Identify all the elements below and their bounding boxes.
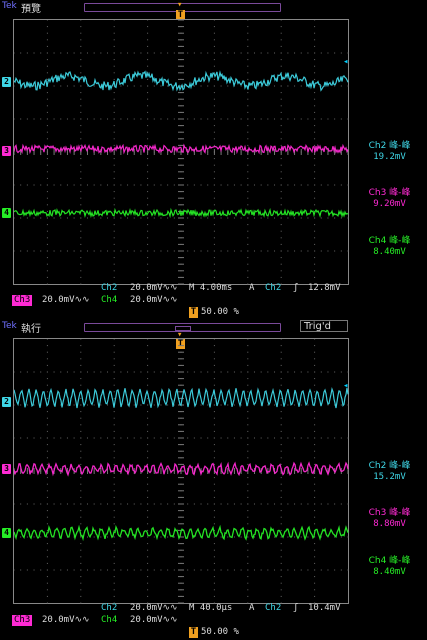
graticule-svg <box>14 339 349 604</box>
trigger-slope-icon: ʃ <box>293 603 299 613</box>
measurement-value: 15.2mV <box>373 472 406 482</box>
status-ch2-label: Ch2 <box>101 603 118 613</box>
trigger-slope-icon: ʃ <box>293 283 299 293</box>
trigger-status: Trig'd <box>300 320 348 332</box>
trigger-source: Ch2 <box>265 283 282 293</box>
status-ch2-scale: 20.0mV∿∿ <box>130 283 178 293</box>
trigger-mode: A <box>249 283 255 293</box>
ch4-ground-marker[interactable]: 4 <box>2 528 11 538</box>
measurement-ch2: Ch2 峰-峰 15.2mV <box>352 461 427 483</box>
status-bar: Ch2 20.0mV∿∿ M 40.0µs A Ch2 ʃ 10.4mV Ch3… <box>0 603 427 638</box>
ch2-trace <box>14 70 349 92</box>
timebase[interactable]: M 4.00ms <box>189 283 232 294</box>
acquisition-state: 執行 <box>21 324 41 335</box>
measurement-value: 8.40mV <box>373 247 406 257</box>
ch2-ground-marker[interactable]: 2 <box>2 77 11 87</box>
trigger-position-marker: ▾ <box>177 0 183 10</box>
status-ch3-label: Ch3 <box>12 295 33 306</box>
graticule-svg <box>14 20 349 285</box>
status-ch4-scale: 20.0mV∿∿ <box>130 295 178 305</box>
measurement-label: Ch3 峰-峰 <box>368 508 411 518</box>
scope-panel-bottom: Tek 執行 Trig'd ▾ T 2 3 4 ◂ Ch2 峰-峰 15.2mV… <box>0 320 427 640</box>
measurement-ch3: Ch3 峰-峰 9.20mV <box>352 188 427 210</box>
waveform-graticule[interactable] <box>13 338 349 604</box>
measurement-ch4: Ch4 峰-峰 8.40mV <box>352 556 427 578</box>
trigger-level-icon: ◂ <box>343 57 349 67</box>
measurement-value: 8.40mV <box>373 567 406 577</box>
measurement-value: 8.80mV <box>373 519 406 529</box>
measurement-ch2: Ch2 峰-峰 19.2mV <box>352 141 427 163</box>
top-bar: Tek 預覽 <box>0 0 427 15</box>
waveform-graticule[interactable] <box>13 19 349 285</box>
status-ch2-label: Ch2 <box>101 283 118 293</box>
brand-logo: Tek <box>2 321 17 331</box>
trigger-level-icon: ◂ <box>343 381 349 391</box>
status-ch4-scale: 20.0mV∿∿ <box>130 615 178 625</box>
trigger-level: 12.8mV <box>308 283 341 293</box>
trigger-position-badge: T <box>189 307 198 318</box>
status-ch2-scale: 20.0mV∿∿ <box>130 603 178 613</box>
scope-panel-top: Tek 預覽 ▾ T 2 3 4 ◂ Ch2 峰-峰 19.2mV Ch3 峰-… <box>0 0 427 320</box>
measurement-ch3: Ch3 峰-峰 8.80mV <box>352 508 427 530</box>
status-ch4-label: Ch4 <box>101 615 118 625</box>
ch3-ground-marker[interactable]: 3 <box>2 464 11 474</box>
measurement-label: Ch3 峰-峰 <box>368 188 411 198</box>
acquisition-state: 預覽 <box>21 4 41 15</box>
top-bar: Tek 執行 Trig'd <box>0 320 427 335</box>
measurement-label: Ch4 峰-峰 <box>368 236 411 246</box>
brand-logo: Tek <box>2 1 17 11</box>
record-length-bar <box>84 323 281 332</box>
status-ch3-scale: 20.0mV∿∿ <box>42 615 90 625</box>
trigger-position-badge: T <box>189 627 198 638</box>
ch3-ground-marker[interactable]: 3 <box>2 146 11 156</box>
status-ch3-label: Ch3 <box>12 615 33 626</box>
status-ch4-label: Ch4 <box>101 295 118 305</box>
measurement-label: Ch2 峰-峰 <box>368 141 411 151</box>
status-bar: Ch2 20.0mV∿∿ M 4.00ms A Ch2 ʃ 12.8mV Ch3… <box>0 283 427 318</box>
trigger-level: 10.4mV <box>308 603 341 613</box>
measurement-value: 9.20mV <box>373 199 406 209</box>
measurement-value: 19.2mV <box>373 152 406 162</box>
ch4-trace <box>14 207 349 219</box>
timebase[interactable]: M 40.0µs <box>189 603 232 614</box>
measurement-label: Ch2 峰-峰 <box>368 461 411 471</box>
trigger-mode: A <box>249 603 255 613</box>
status-ch3-scale: 20.0mV∿∿ <box>42 295 90 305</box>
measurement-ch4: Ch4 峰-峰 8.40mV <box>352 236 427 258</box>
trigger-position-readout: T 50.00 % <box>189 627 239 638</box>
trigger-source: Ch2 <box>265 603 282 613</box>
ch4-ground-marker[interactable]: 4 <box>2 208 11 218</box>
trigger-position-readout: T 50.00 % <box>189 307 239 318</box>
measurement-label: Ch4 峰-峰 <box>368 556 411 566</box>
ch2-ground-marker[interactable]: 2 <box>2 397 11 407</box>
